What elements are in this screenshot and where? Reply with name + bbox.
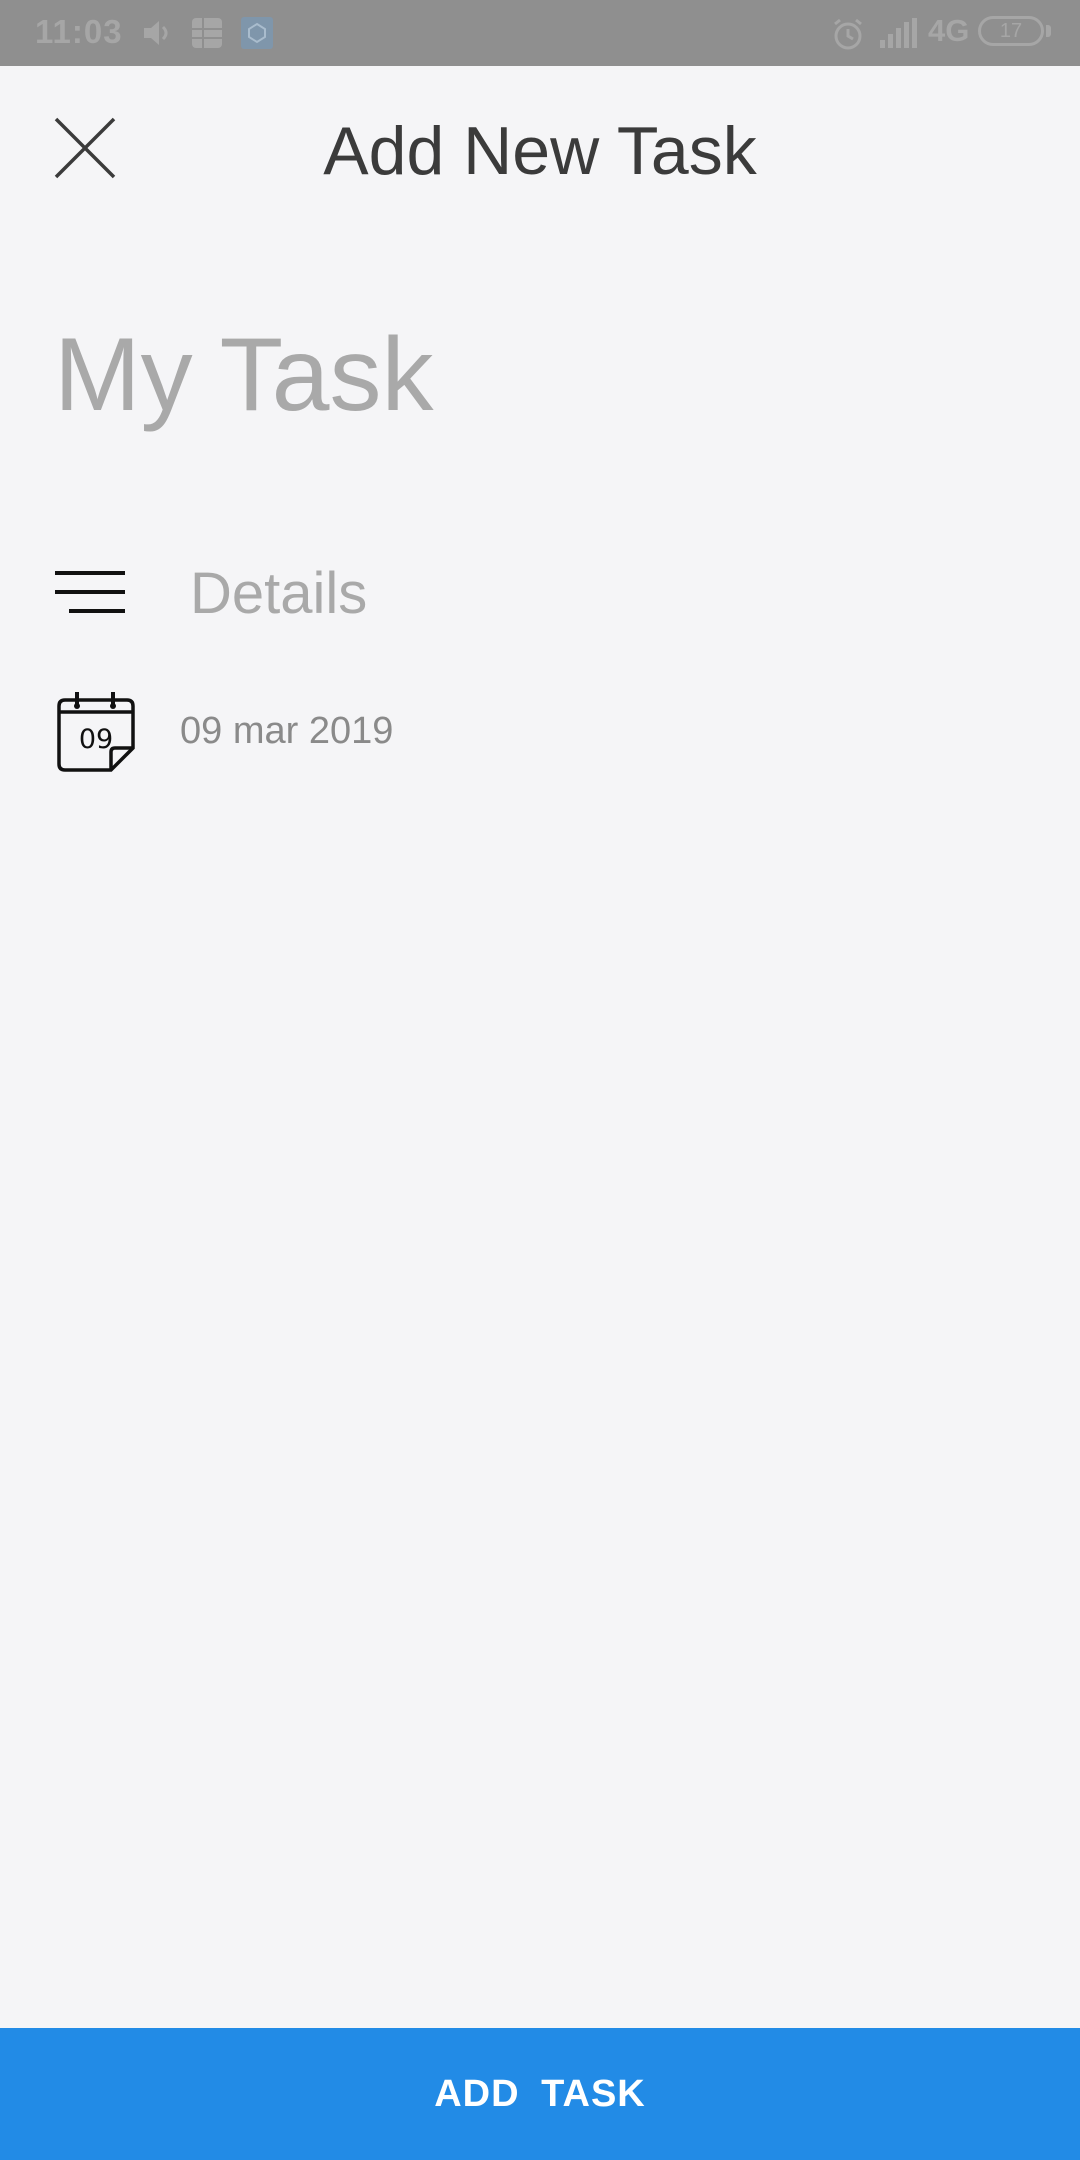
alarm-icon — [834, 18, 862, 50]
details-input[interactable] — [190, 555, 1010, 631]
network-type: 4G — [928, 13, 970, 48]
app-icon — [241, 17, 273, 49]
battery-level: 17 — [999, 20, 1023, 42]
due-date[interactable]: 09 mar 2019 — [180, 710, 393, 753]
notes-lines-icon — [55, 571, 125, 613]
task-name-input[interactable] — [54, 315, 1014, 435]
page-title: Add New Task — [323, 113, 757, 189]
volume-icon — [144, 21, 168, 45]
calendar-icon-day: 09 — [78, 724, 114, 755]
add-task-button[interactable]: ADD TASK — [0, 2028, 1080, 2160]
battery-tip — [1046, 25, 1051, 37]
grid-icon — [192, 18, 222, 48]
battery-icon: 17 — [978, 16, 1044, 46]
status-time: 11:03 — [35, 13, 123, 50]
signal-icon — [880, 18, 917, 48]
status-bar: 11:03 4G 17 — [0, 0, 1080, 66]
